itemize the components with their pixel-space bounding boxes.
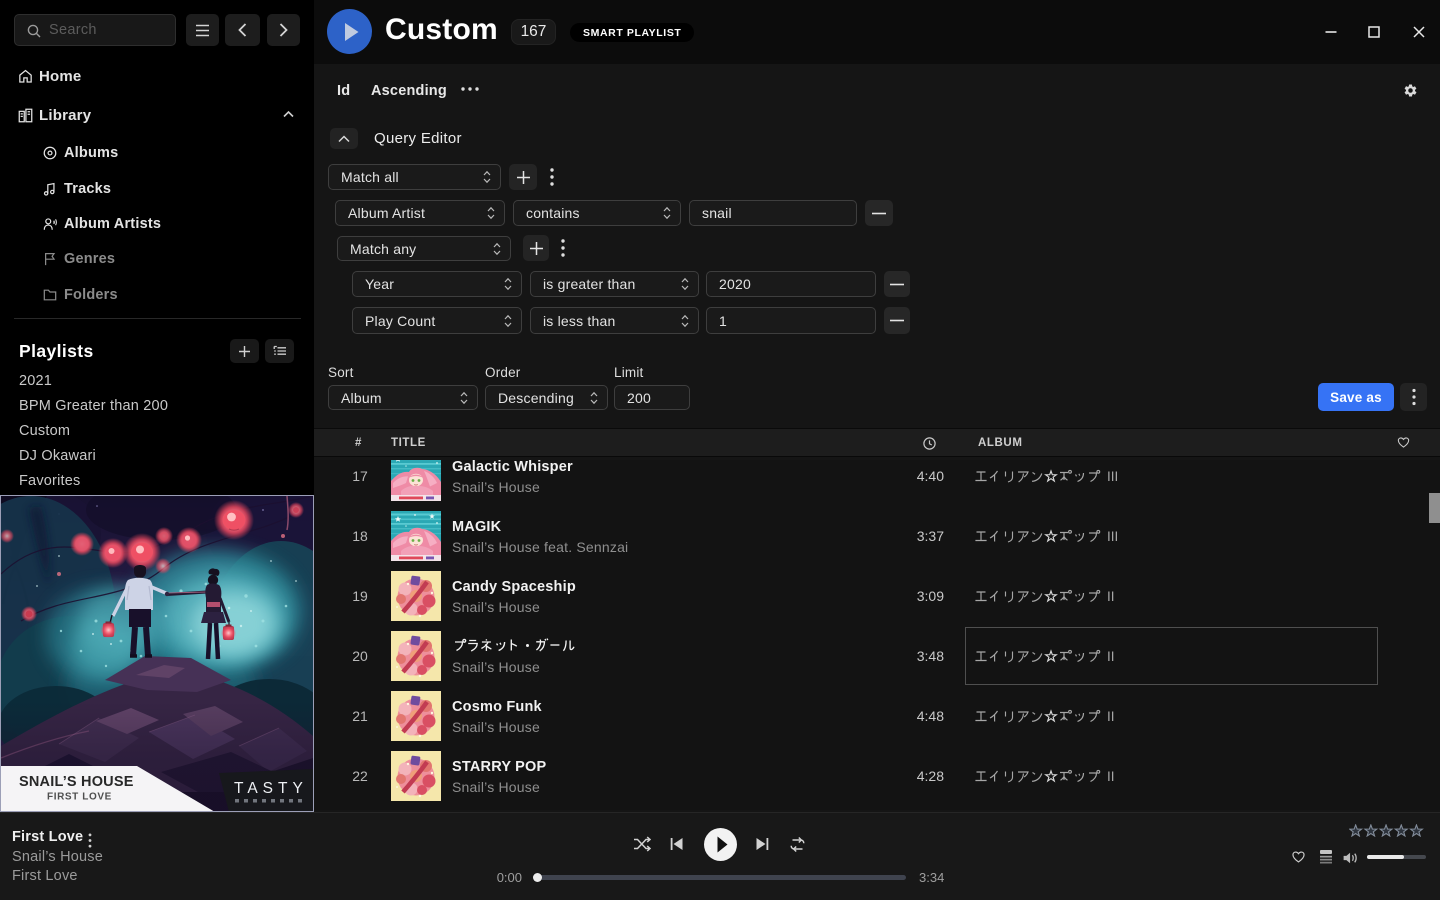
svg-text:TASTY: TASTY xyxy=(234,780,308,797)
svg-text:SNAIL’S HOUSE: SNAIL’S HOUSE xyxy=(19,774,134,790)
svg-text:FIRST LOVE: FIRST LOVE xyxy=(47,792,112,803)
